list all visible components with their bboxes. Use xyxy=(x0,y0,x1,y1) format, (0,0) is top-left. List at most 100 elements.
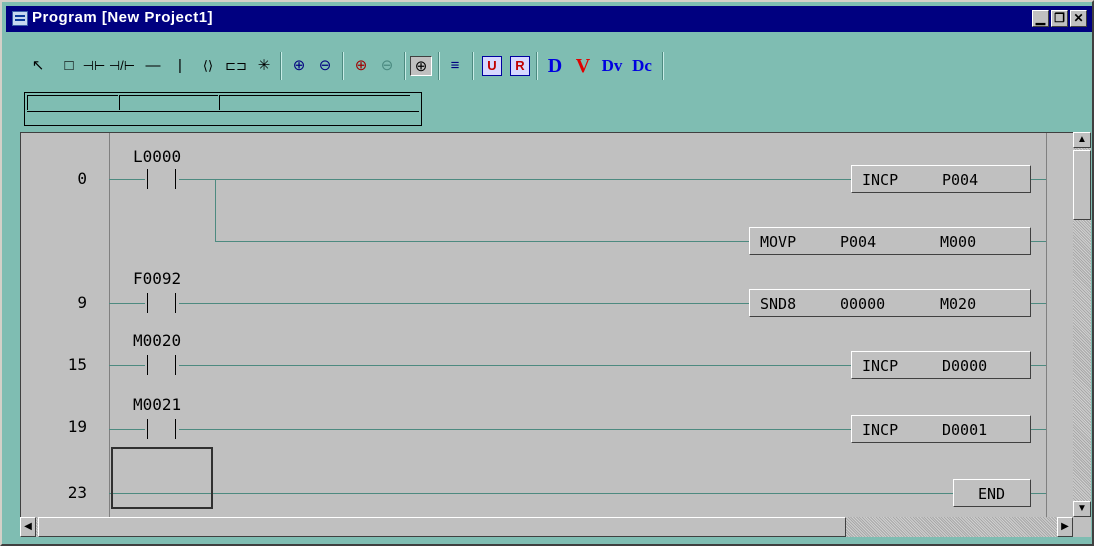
rung-wire xyxy=(109,303,145,304)
horizontal-line-icon[interactable]: — xyxy=(142,56,164,76)
toolbar-separator xyxy=(536,52,538,80)
zoom-in-red-icon[interactable]: ⊕ xyxy=(350,56,372,76)
step-number: 23 xyxy=(67,483,87,502)
toolbar-separator xyxy=(280,52,282,80)
r-icon[interactable]: R xyxy=(510,56,530,76)
end-box[interactable]: END xyxy=(953,479,1031,507)
rung-wire xyxy=(109,429,145,430)
no-contact[interactable] xyxy=(145,293,179,313)
address-cell xyxy=(219,95,410,110)
operand: 00000 xyxy=(840,295,886,313)
no-contact[interactable] xyxy=(145,169,179,189)
minimize-button[interactable]: ▁ xyxy=(1032,10,1049,27)
toolbar-separator xyxy=(404,52,406,80)
address-cell xyxy=(27,95,118,110)
rung-wire xyxy=(1031,365,1046,366)
step-number: 19 xyxy=(67,417,87,436)
u-icon[interactable]: U xyxy=(482,56,502,76)
scroll-down-button[interactable]: ▼ xyxy=(1073,501,1091,517)
instruction-name: INCP xyxy=(862,357,899,375)
instruction-name: INCP xyxy=(862,421,899,439)
left-power-rail xyxy=(109,133,110,518)
rung-wire xyxy=(1031,179,1046,180)
address-bar xyxy=(24,92,422,126)
operand: P004 xyxy=(942,171,979,189)
instruction-box[interactable]: INCP D0001 xyxy=(851,415,1031,443)
operand: M020 xyxy=(940,295,977,313)
instruction-name: INCP xyxy=(862,171,899,189)
d-icon[interactable]: D xyxy=(544,56,566,76)
rung-wire xyxy=(109,179,145,180)
step-number: 9 xyxy=(77,293,87,312)
contact-label: M0020 xyxy=(133,331,182,350)
instruction-box[interactable]: INCP P004 xyxy=(851,165,1031,193)
scroll-up-button[interactable]: ▲ xyxy=(1073,132,1091,148)
ladder-editor[interactable]: 0 L0000 INCP P004 MOVP P004 M000 9 F0092 SN… xyxy=(20,132,1074,518)
dv-icon[interactable]: Dv xyxy=(598,56,626,76)
rung-wire xyxy=(1031,429,1046,430)
operand: M000 xyxy=(940,233,977,251)
dc-icon[interactable]: Dc xyxy=(628,56,656,76)
scroll-right-button[interactable]: ▶ xyxy=(1057,517,1073,537)
toolbar-separator xyxy=(438,52,440,80)
rung-wire xyxy=(179,303,749,304)
address-cell xyxy=(119,95,218,110)
horizontal-scroll-thumb[interactable] xyxy=(38,517,846,537)
contact-label: M0021 xyxy=(133,395,182,414)
zoom-out-disabled-icon: ⊖ xyxy=(380,57,394,74)
delete-icon[interactable]: ✳ xyxy=(254,56,274,76)
function-box-icon[interactable]: ⊏⊐ xyxy=(224,56,248,76)
instruction-box[interactable]: SND8 00000 M020 xyxy=(749,289,1031,317)
size-grip[interactable] xyxy=(1073,517,1091,537)
restore-button[interactable]: ❐ xyxy=(1051,10,1068,27)
right-power-rail xyxy=(1046,133,1047,518)
vertical-line-icon[interactable]: | xyxy=(172,56,188,76)
zoom-toggle-icon[interactable]: ⊕ xyxy=(410,56,432,76)
no-contact[interactable] xyxy=(145,355,179,375)
no-contact-icon[interactable]: ⊣⊢ xyxy=(82,56,106,76)
toolbar-separator xyxy=(342,52,344,80)
instruction-name: SND8 xyxy=(760,295,797,313)
rung-wire xyxy=(109,365,145,366)
vertical-scroll-thumb[interactable] xyxy=(1073,150,1091,220)
toolbar: ↖ □ ⊣⊢ ⊣/⊢ — | ⟨⟩ ⊏⊐ ✳ ⊕ ⊖ ⊕ ⊖ ⊕ ≡ U R D… xyxy=(24,46,770,88)
select-arrow-icon[interactable]: ↖ xyxy=(28,56,48,76)
operand: D0000 xyxy=(942,357,988,375)
vertical-scrollbar[interactable]: ▲ ▼ xyxy=(1073,132,1091,517)
program-window: Program [New Project1] ▁ ❐ ✕ ↖ □ ⊣⊢ ⊣/⊢ … xyxy=(0,0,1094,546)
contact-label: L0000 xyxy=(133,147,182,166)
comment-cell xyxy=(27,111,419,124)
window-title: Program [New Project1] xyxy=(32,9,214,26)
rectangle-icon[interactable]: □ xyxy=(58,56,80,76)
operand: D0001 xyxy=(942,421,988,439)
rung-wire xyxy=(1031,241,1046,242)
zoom-out-icon[interactable]: ⊖ xyxy=(314,56,336,76)
instruction-box[interactable]: MOVP P004 M000 xyxy=(749,227,1031,255)
rung-wire xyxy=(179,365,851,366)
align-icon[interactable]: ≡ xyxy=(444,56,466,76)
instruction-box[interactable]: INCP D0000 xyxy=(851,351,1031,379)
scroll-left-button[interactable]: ◀ xyxy=(20,517,36,537)
branch-wire xyxy=(215,179,216,241)
toolbar-separator xyxy=(472,52,474,80)
rung-wire xyxy=(179,179,851,180)
title-bar[interactable]: Program [New Project1] ▁ ❐ ✕ xyxy=(6,6,1092,32)
edit-cursor[interactable] xyxy=(111,447,213,509)
rung-wire xyxy=(1031,303,1046,304)
step-number: 15 xyxy=(67,355,87,374)
contact-label: F0092 xyxy=(133,269,182,288)
close-button[interactable]: ✕ xyxy=(1070,10,1087,27)
v-icon[interactable]: V xyxy=(572,56,594,76)
nc-contact-icon[interactable]: ⊣/⊢ xyxy=(108,56,136,76)
horizontal-scrollbar[interactable]: ◀ ▶ xyxy=(20,517,1073,537)
rung-wire xyxy=(1031,493,1046,494)
zoom-in-icon[interactable]: ⊕ xyxy=(288,56,310,76)
no-contact[interactable] xyxy=(145,419,179,439)
rung-wire xyxy=(109,493,953,494)
rung-wire xyxy=(179,429,851,430)
coil-icon[interactable]: ⟨⟩ xyxy=(196,56,220,76)
rung-wire xyxy=(215,241,749,242)
toolbar-separator xyxy=(662,52,664,80)
instruction-name: MOVP xyxy=(760,233,797,251)
step-number: 0 xyxy=(77,169,87,188)
